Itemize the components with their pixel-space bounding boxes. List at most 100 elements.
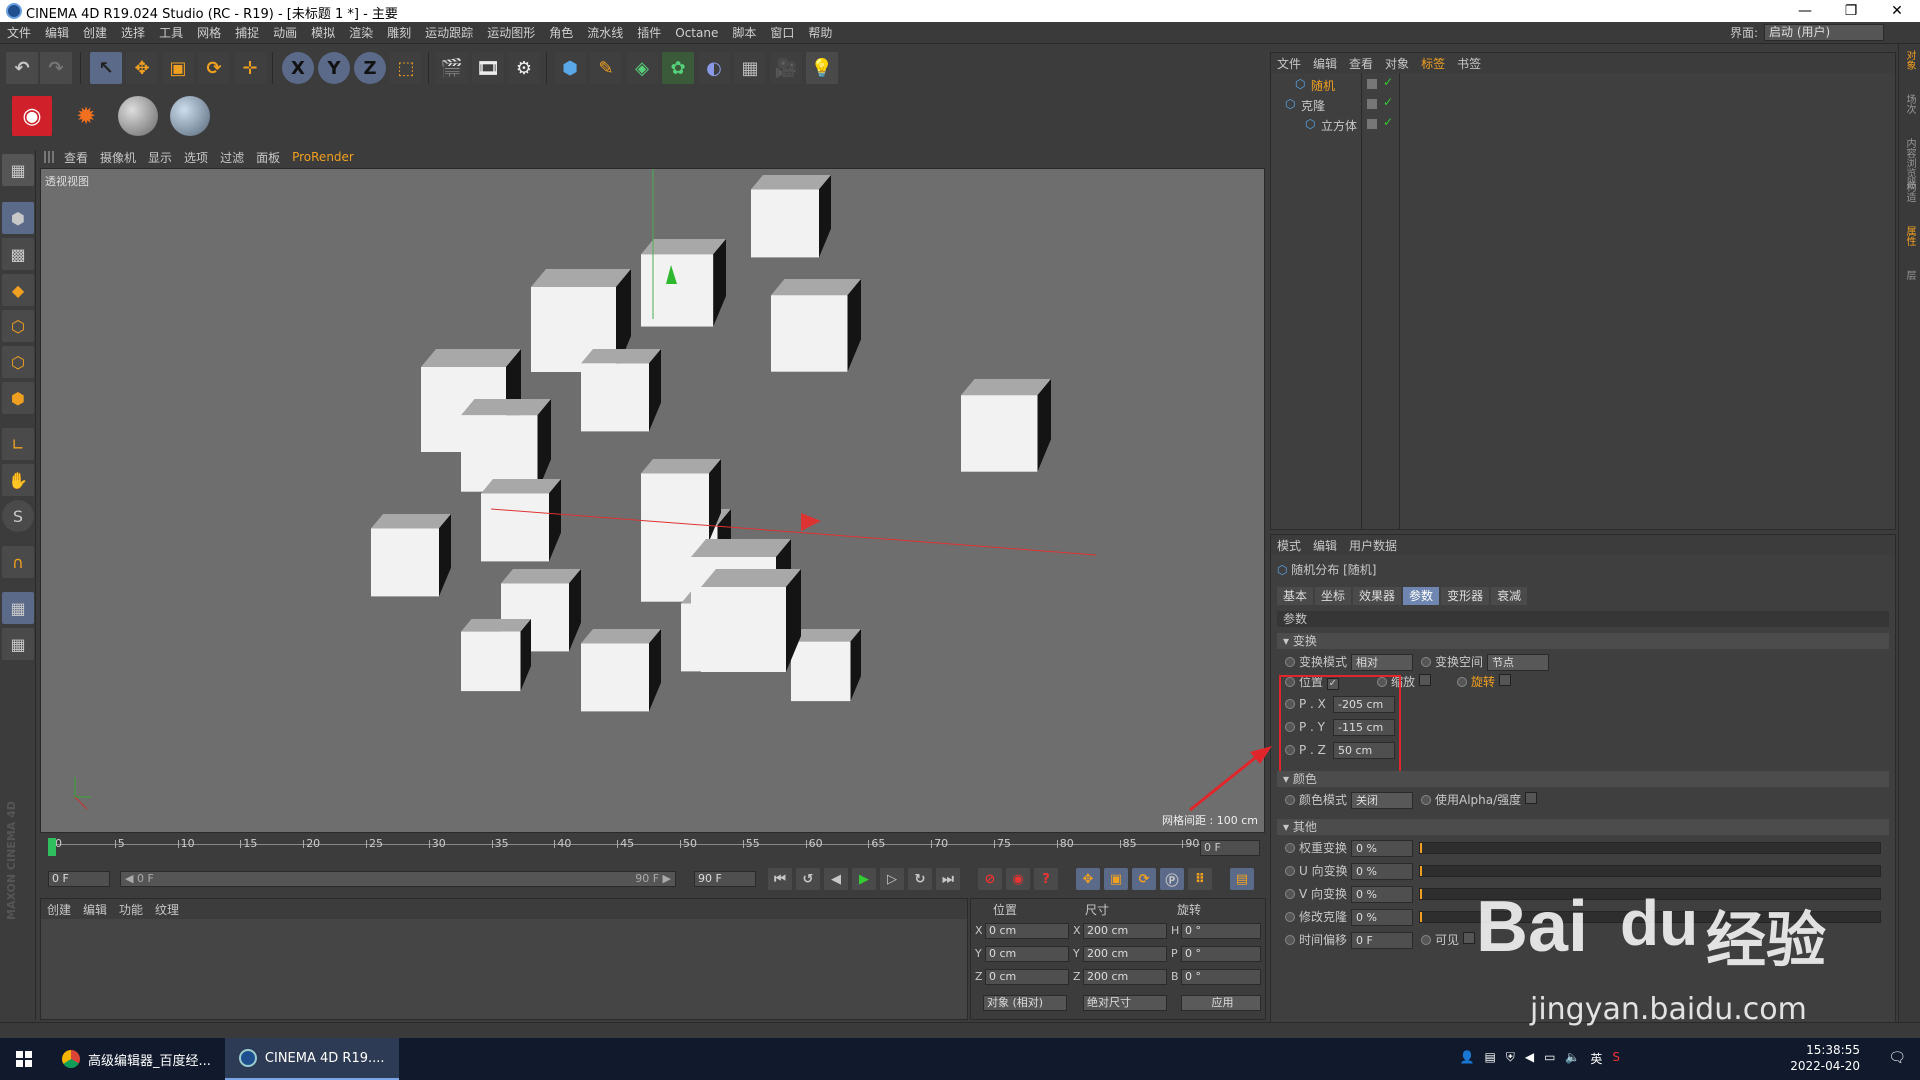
cube-clone[interactable] — [461, 399, 551, 492]
tray-arrow-icon[interactable]: ◀ — [1525, 1050, 1534, 1067]
object-manager-menu-item[interactable]: 标签 — [1415, 55, 1451, 72]
z-axis-lock-button[interactable]: Z — [354, 52, 386, 84]
key-position-icon[interactable]: ✥ — [1076, 868, 1100, 890]
coord-rotation-input[interactable]: 0 ° — [1181, 946, 1261, 962]
layout-dropdown[interactable]: 启动 (用户) — [1764, 24, 1884, 41]
cube-clone[interactable] — [581, 349, 661, 432]
viewport-menu-item[interactable]: ProRender — [286, 150, 360, 164]
material-menu-item[interactable]: 创建 — [41, 901, 77, 918]
redo-icon[interactable]: ↷ — [40, 52, 72, 84]
cube-clone[interactable] — [961, 379, 1051, 472]
timeline-ruler[interactable]: 0 5 10 15 20 25 30 35 40 45 50 55 60 65 70 75 80 85 90 0 F — [40, 836, 1265, 860]
coordinate-system-icon[interactable]: ⬚ — [390, 52, 422, 84]
right-dock-tab[interactable]: 层 — [1902, 270, 1917, 280]
perspective-viewport[interactable]: 透视视图 网格间距 : 100 cm — [40, 168, 1265, 833]
cube-clone[interactable] — [791, 629, 861, 702]
menu-item[interactable]: 工具 — [152, 24, 190, 41]
coord-position-input[interactable]: 0 cm — [985, 923, 1069, 939]
anim-radio[interactable] — [1285, 935, 1295, 945]
attribute-tab[interactable]: 衰减 — [1491, 587, 1528, 605]
key-pla-icon[interactable]: ⠿ — [1188, 868, 1212, 890]
anim-radio[interactable] — [1285, 657, 1295, 667]
model-mode-icon[interactable]: ⬢ — [2, 202, 34, 234]
goto-prev-key-icon[interactable]: ↺ — [796, 868, 820, 890]
menu-item[interactable]: 插件 — [630, 24, 668, 41]
cube-object-icon[interactable]: ⬢ — [554, 52, 586, 84]
coord-rotation-input[interactable]: 0 ° — [1181, 969, 1261, 985]
color-section[interactable]: ▾ 颜色 — [1277, 771, 1889, 787]
menu-item[interactable]: 角色 — [542, 24, 580, 41]
render-view-icon[interactable]: 🎬 — [436, 52, 468, 84]
anim-radio[interactable] — [1285, 912, 1295, 922]
start-frame-field[interactable]: 0 F — [48, 871, 110, 887]
coord-size-input[interactable]: 200 cm — [1083, 946, 1167, 962]
octane-material-sphere-icon[interactable] — [118, 96, 158, 136]
current-frame-field[interactable]: 0 F — [1200, 840, 1260, 856]
enable-check-icon[interactable]: ✓ — [1383, 75, 1393, 89]
anim-radio[interactable] — [1421, 935, 1431, 945]
deformer-icon[interactable]: ◐ — [698, 52, 730, 84]
cube-clone[interactable] — [371, 514, 451, 597]
anim-radio[interactable] — [1285, 795, 1295, 805]
move-tool-icon[interactable]: ✥ — [126, 52, 158, 84]
octane-explosion-icon[interactable]: ✹ — [66, 96, 106, 136]
other-param-slider[interactable] — [1419, 842, 1881, 854]
object-manager-menu-item[interactable]: 对象 — [1379, 55, 1415, 72]
other-param-slider[interactable] — [1419, 865, 1881, 877]
goto-end-icon[interactable]: ⏭ — [936, 868, 960, 890]
object-row[interactable]: ⬡ 立方体 ✓ — [1271, 115, 1895, 134]
cube-clone[interactable] — [641, 239, 726, 327]
play-icon[interactable]: ▶ — [852, 868, 876, 890]
menu-item[interactable]: 动画 — [266, 24, 304, 41]
keyframe-selection-icon[interactable]: ? — [1034, 868, 1058, 890]
tray-volume-icon[interactable]: 🔈 — [1565, 1050, 1580, 1067]
cube-clone[interactable] — [581, 629, 661, 712]
panel-grip-icon[interactable] — [44, 151, 54, 163]
anim-radio[interactable] — [1421, 795, 1431, 805]
menu-item[interactable]: 脚本 — [725, 24, 763, 41]
x-axis-lock-button[interactable]: X — [282, 52, 314, 84]
menu-item[interactable]: 雕刻 — [380, 24, 418, 41]
menu-item[interactable]: 选择 — [114, 24, 152, 41]
octane-glossy-sphere-icon[interactable] — [170, 96, 210, 136]
use-alpha-checkbox[interactable] — [1525, 792, 1537, 804]
menu-item[interactable]: 模拟 — [304, 24, 342, 41]
other-param-input[interactable]: 0 % — [1351, 840, 1413, 857]
pen-spline-icon[interactable]: ✎ — [590, 52, 622, 84]
tray-user-icon[interactable]: 👤 — [1460, 1050, 1475, 1067]
other-param-input[interactable]: 0 % — [1351, 909, 1413, 926]
prev-frame-icon[interactable]: ◀ — [824, 868, 848, 890]
tweak-mode-icon[interactable]: ✋ — [2, 464, 34, 496]
other-param-input[interactable]: 0 % — [1351, 886, 1413, 903]
tray-ime-icon[interactable]: S — [1612, 1050, 1620, 1067]
other-section[interactable]: ▾ 其他 — [1277, 819, 1889, 835]
right-dock-tab[interactable]: 内容浏览器 — [1902, 138, 1917, 188]
visibility-toggle[interactable] — [1367, 119, 1377, 129]
right-dock-tab[interactable]: 构造 — [1902, 182, 1917, 202]
transform-mode-dropdown[interactable]: 相对 — [1351, 654, 1413, 671]
workplane-mode-icon[interactable]: ◆ — [2, 274, 34, 306]
object-manager-menu-item[interactable]: 查看 — [1343, 55, 1379, 72]
transform-space-dropdown[interactable]: 节点 — [1487, 654, 1549, 671]
goto-next-key-icon[interactable]: ↻ — [908, 868, 932, 890]
tray-shield-icon[interactable]: ⛨ — [1506, 1050, 1515, 1067]
next-frame-icon[interactable]: ▷ — [880, 868, 904, 890]
tray-lang[interactable]: 英 — [1590, 1050, 1602, 1067]
tray-folder-icon[interactable]: ▤ — [1484, 1050, 1495, 1067]
time-offset-input[interactable]: 0 F — [1351, 932, 1413, 949]
other-param-input[interactable]: 0 % — [1351, 863, 1413, 880]
camera-icon[interactable]: 🎥 — [770, 52, 802, 84]
slider-knob[interactable] — [1420, 866, 1422, 876]
system-tray-icons[interactable]: 👤 ▤ ⛨ ◀ ▭ 🔈 英 S — [1460, 1050, 1620, 1067]
viewport-menu-item[interactable]: 过滤 — [214, 149, 250, 166]
light-icon[interactable]: 💡 — [806, 52, 838, 84]
menu-item[interactable]: 网格 — [190, 24, 228, 41]
object-manager-menu-item[interactable]: 书签 — [1451, 55, 1487, 72]
coord-position-input[interactable]: 0 cm — [985, 969, 1069, 985]
menu-item[interactable]: 运动跟踪 — [418, 24, 480, 41]
key-parameter-icon[interactable]: Ⓟ — [1160, 868, 1184, 890]
slider-knob[interactable] — [1420, 889, 1422, 899]
menu-item[interactable]: Octane — [668, 26, 725, 40]
floor-environment-icon[interactable]: ▦ — [734, 52, 766, 84]
scale-checkbox[interactable] — [1418, 674, 1431, 686]
